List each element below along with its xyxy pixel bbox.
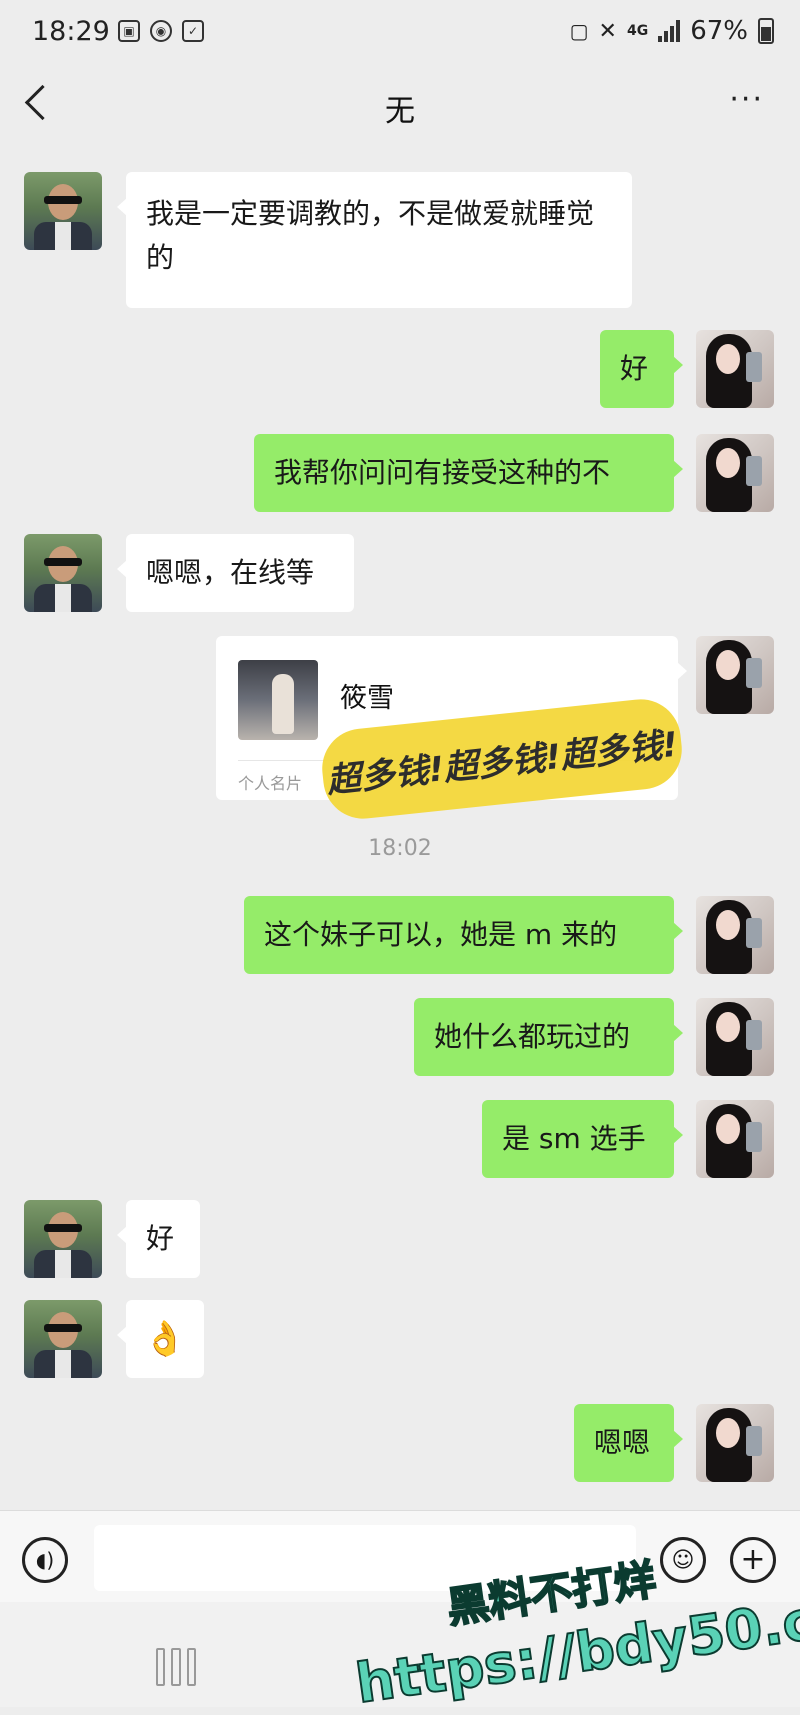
notification-icons: ▣ ◉ ✓ [118,20,204,42]
contact-avatar[interactable] [24,1300,102,1378]
voice-input-icon[interactable]: ◖) [22,1537,68,1583]
contact-card-label: 个人名片 [238,774,303,793]
sim-icon: ▢ [569,19,589,43]
message-bubble-outgoing[interactable]: 这个妹子可以，她是 m 来的 [244,896,683,974]
battery-percent: 67% [690,16,748,46]
contact-card-name: 筱雪 [340,683,394,714]
chat-header: 无 ··· [0,68,800,144]
image-notification-icon: ▣ [118,20,140,42]
status-bar: 18:29 ▣ ◉ ✓ ▢ ✕ 4G 67% [0,0,800,68]
self-avatar[interactable] [696,330,774,408]
message-bubble-incoming[interactable]: 好 [117,1200,200,1278]
self-avatar[interactable] [696,896,774,974]
contact-avatar[interactable] [24,1200,102,1278]
status-right: ▢ ✕ 4G 67% [570,16,774,46]
self-avatar[interactable] [696,1100,774,1178]
self-avatar[interactable] [696,1404,774,1482]
contact-avatar[interactable] [24,534,102,612]
message-bubble-outgoing[interactable]: 嗯嗯 [574,1404,683,1482]
contact-card[interactable]: 筱雪 个人名片 超多钱!超多钱!超多钱! [216,636,687,823]
recent-apps-icon[interactable] [156,1648,196,1686]
message-bubble-incoming[interactable]: 嗯嗯，在线等 [117,534,354,612]
check-notification-icon: ✓ [182,20,204,42]
self-avatar[interactable] [696,998,774,1076]
mute-icon: ✕ [598,18,617,44]
status-time: 18:29 [32,16,110,47]
more-options-icon[interactable]: ··· [729,82,764,117]
signal-icon [658,20,681,42]
self-avatar[interactable] [696,434,774,512]
contact-card-photo [238,660,318,740]
timestamp: 18:02 [368,836,432,861]
chat-title: 无 [385,94,415,129]
message-bubble-outgoing[interactable]: 我帮你问问有接受这种的不 [254,434,683,512]
battery-icon [758,18,774,44]
message-bubble-outgoing[interactable]: 是 sm 选手 [482,1100,683,1178]
self-avatar[interactable] [696,636,774,714]
weibo-notification-icon: ◉ [150,20,172,42]
message-bubble-outgoing[interactable]: 好 [600,330,683,408]
message-bubble-incoming[interactable]: 我是一定要调教的，不是做爱就睡觉的 [117,172,632,308]
ok-hand-emoji[interactable]: 👌 [117,1300,204,1378]
network-type: 4G [626,23,649,39]
contact-avatar[interactable] [24,172,102,250]
sticker-text: 超多钱!超多钱!超多钱! [324,724,680,801]
message-bubble-outgoing[interactable]: 她什么都玩过的 [414,998,683,1076]
watermark: 黑料不打烊 https://bdy50.co [350,1554,800,1715]
